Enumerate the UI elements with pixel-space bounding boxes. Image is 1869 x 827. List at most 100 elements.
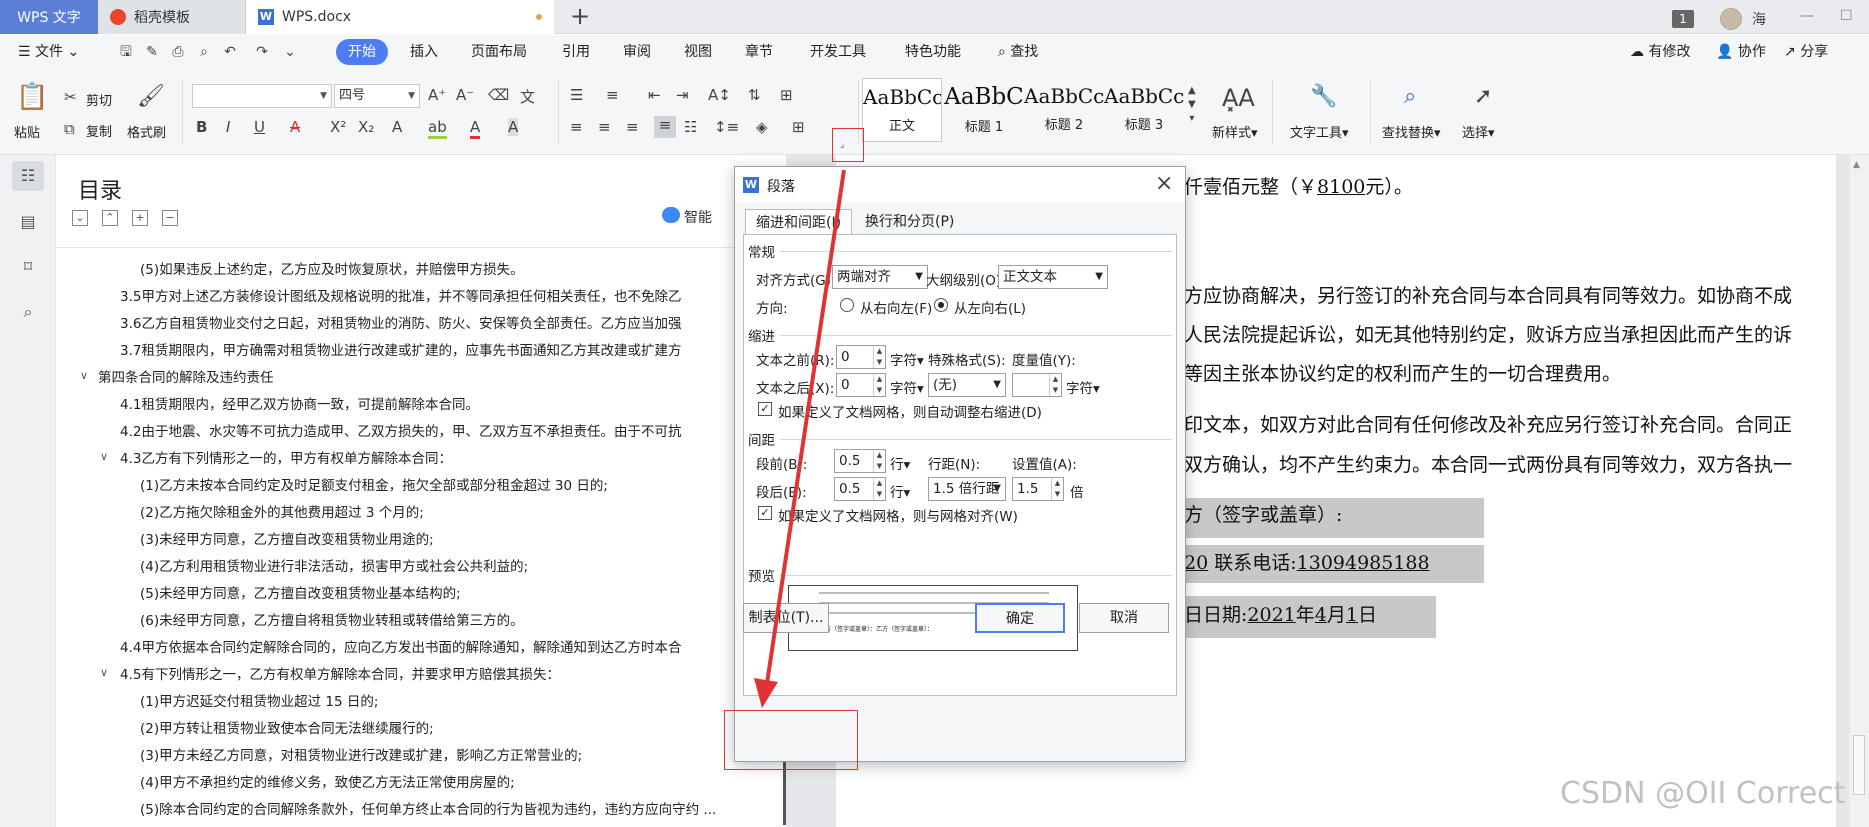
menu-view[interactable]: 视图 <box>684 35 712 69</box>
bookmark-nav-icon[interactable]: ⌑ <box>12 252 44 282</box>
menu-page-layout[interactable]: 页面布局 <box>471 35 527 69</box>
toc-item[interactable]: (5)除本合同约定的合同解除条款外，任何单方终止本合同的行为皆视为违约，违约方应… <box>140 798 716 818</box>
bullet-list-icon[interactable]: ☰ <box>570 86 583 104</box>
strikethrough-icon[interactable]: A <box>290 118 300 136</box>
underline-icon[interactable]: U <box>254 118 265 136</box>
align-center-icon[interactable]: ≡ <box>598 118 611 136</box>
tab-line-page-break[interactable]: 换行和分页(P) <box>855 209 964 235</box>
outline-nav-icon[interactable]: ▤ <box>12 207 44 237</box>
distributed-icon[interactable]: ☷ <box>684 118 697 136</box>
add-heading-icon[interactable]: + <box>132 210 148 226</box>
new-tab-button[interactable]: + <box>566 3 594 31</box>
maximize-icon[interactable]: ☐ <box>1840 8 1853 24</box>
superscript-icon[interactable]: X² <box>330 118 346 136</box>
styles-scroll-icon[interactable]: ▲ ▼ ▾ <box>1188 84 1196 126</box>
align-right-icon[interactable]: ≡ <box>626 118 639 136</box>
phonetic-icon[interactable]: 文 <box>520 86 535 107</box>
text-effect-icon[interactable]: A <box>392 118 402 136</box>
tab-document[interactable]: W WPS.docx <box>246 0 554 34</box>
changes-button[interactable]: ☁ 有修改 <box>1630 35 1690 69</box>
spinner-arrows-icon[interactable]: ▲ ▼ <box>873 450 885 472</box>
new-style-button[interactable]: 新样式▾ <box>1212 122 1258 141</box>
ltr-radio[interactable] <box>934 298 948 312</box>
rtl-radio[interactable] <box>840 298 854 312</box>
toc-item[interactable]: 4.4甲方依据本合同约定解除合同的，应向乙方发出书面的解除通知，解除通知到达乙方… <box>120 636 681 656</box>
before-text-unit[interactable]: 字符▾ <box>890 349 924 369</box>
font-color-icon[interactable]: A <box>470 118 481 139</box>
menu-search[interactable]: ⌕ 查找 <box>998 35 1038 69</box>
chevron-down-icon[interactable]: ∨ <box>100 666 108 679</box>
find-nav-icon[interactable]: ⌕ <box>12 297 44 327</box>
toc-item[interactable]: 3.5甲方对上述乙方装修设计图纸及规格说明的批准，并不等同承担任何相关责任，也不… <box>120 285 681 305</box>
menu-start[interactable]: 开始 <box>336 39 388 65</box>
save-icon[interactable]: 🖫 <box>118 44 134 60</box>
collapse-all-icon[interactable]: ⌄ <box>72 210 88 226</box>
after-unit[interactable]: 行▾ <box>890 481 910 501</box>
bold-icon[interactable]: B <box>196 118 207 136</box>
set-value-input[interactable]: 1.5 ▲ ▼ <box>1012 477 1064 501</box>
grow-font-icon[interactable]: A⁺ <box>428 86 446 104</box>
find-replace-button[interactable]: 查找替换▾ <box>1382 122 1441 141</box>
document-scrollbar[interactable] <box>1850 155 1869 827</box>
close-icon[interactable]: × <box>1155 171 1173 196</box>
paste-button[interactable]: 粘贴 <box>14 122 40 141</box>
print-icon[interactable]: ⎙ <box>170 44 186 60</box>
increase-indent-icon[interactable]: ⇥ <box>676 86 689 104</box>
spacing-after-input[interactable]: 0.5 ▲ ▼ <box>834 477 886 501</box>
toc-nav-icon[interactable]: ☷ <box>12 161 44 191</box>
font-name-combo[interactable]: ▼ <box>192 84 332 108</box>
spinner-arrows-icon[interactable]: ▲ ▼ <box>1049 374 1061 396</box>
share-button[interactable]: ↗ 分享 <box>1784 35 1828 69</box>
outline-select[interactable]: 正文文本 ▼ <box>998 265 1108 289</box>
file-menu[interactable]: ☰ 文件 ⌄ <box>18 35 79 69</box>
expand-all-icon[interactable]: ⌃ <box>102 210 118 226</box>
auto-indent-checkbox[interactable]: ✓ <box>758 402 772 416</box>
remove-heading-icon[interactable]: − <box>162 210 178 226</box>
toc-item[interactable]: 4.1租赁期限内，经甲乙双方协商一致，可提前解除本合同。 <box>120 393 479 413</box>
toc-item[interactable]: (3)未经甲方同意，乙方擅自改变租赁物业用途的; <box>140 528 434 548</box>
rtl-label[interactable]: 从右向左(F) <box>860 297 932 317</box>
text-tools-button[interactable]: 文字工具▾ <box>1290 122 1349 141</box>
toc-item[interactable]: (5)未经甲方同意，乙方擅自改变租赁物业基本结构的; <box>140 582 461 602</box>
toc-item[interactable]: (5)如果违反上述约定，乙方应及时恢复原状，并赔偿甲方损失。 <box>140 258 524 278</box>
copy-button[interactable]: 复制 <box>86 121 112 140</box>
line-spacing-icon[interactable]: ↕≡ <box>714 118 739 136</box>
toc-item[interactable]: (6)未经甲方同意，乙方擅自将租赁物业转租或转借给第三方的。 <box>140 609 524 629</box>
ltr-label[interactable]: 从左向右(L) <box>954 297 1026 317</box>
toc-item[interactable]: 3.7租赁期限内，甲方确需对租赁物业进行改建或扩建的，应事先书面通知乙方其改建或… <box>120 339 681 359</box>
italic-icon[interactable]: I <box>226 118 230 136</box>
subscript-icon[interactable]: X₂ <box>358 118 374 136</box>
collaborate-button[interactable]: 👤 协作 <box>1716 35 1766 69</box>
tools-icon[interactable]: ✎ <box>144 44 160 60</box>
spinner-arrows-icon[interactable]: ▲ ▼ <box>873 346 885 368</box>
redo-icon[interactable]: ↷ <box>254 44 270 60</box>
toc-item[interactable]: (2)乙方拖欠除租金外的其他费用超过 3 个月的; <box>140 501 424 521</box>
toc-item[interactable]: 4.3乙方有下列情形之一的，甲方有权单方解除本合同： <box>120 447 452 467</box>
chevron-down-icon[interactable]: ∨ <box>100 450 108 463</box>
chevron-down-icon[interactable]: ∨ <box>80 369 88 382</box>
after-text-input[interactable]: 0 ▲ ▼ <box>836 373 886 397</box>
before-text-input[interactable]: 0 ▲ ▼ <box>836 345 886 369</box>
smart-toc-button[interactable]: 智能 <box>684 207 712 227</box>
toc-item[interactable]: (4)甲方不承担约定的维修义务，致使乙方无法正常使用房屋的; <box>140 771 515 791</box>
avatar[interactable] <box>1720 8 1742 30</box>
style-heading-2[interactable]: AaBbCcI 标题 2 <box>1024 78 1104 142</box>
borders-icon[interactable]: ⊞ <box>792 118 805 136</box>
measure-input[interactable]: ▲ ▼ <box>1012 373 1062 397</box>
tab-wps-writer[interactable]: WPS 文字 <box>0 0 98 34</box>
quick-access-more-icon[interactable]: ⌄ <box>282 44 298 60</box>
menu-dev-tools[interactable]: 开发工具 <box>810 35 866 69</box>
line-spacing-select[interactable]: 1.5 倍行距 ▼ <box>928 477 1006 501</box>
menu-review[interactable]: 审阅 <box>623 35 651 69</box>
decrease-indent-icon[interactable]: ⇤ <box>648 86 661 104</box>
cut-button[interactable]: 剪切 <box>86 90 112 109</box>
grid-align-label[interactable]: 如果定义了文档网格，则与网格对齐(W) <box>778 505 1018 525</box>
format-painter-button[interactable]: 格式刷 <box>127 122 166 141</box>
align-select[interactable]: 两端对齐 ▼ <box>832 265 928 289</box>
print-preview-icon[interactable]: ⌕ <box>196 44 212 60</box>
text-direction-icon[interactable]: A↕ <box>708 86 731 104</box>
font-size-combo[interactable]: 四号 ▼ <box>334 84 420 108</box>
show-marks-icon[interactable]: ⊞ <box>780 86 793 104</box>
tabs-button[interactable]: 制表位(T)... <box>743 603 829 633</box>
toc-item[interactable]: (2)甲方转让租赁物业致使本合同无法继续履行的; <box>140 717 434 737</box>
